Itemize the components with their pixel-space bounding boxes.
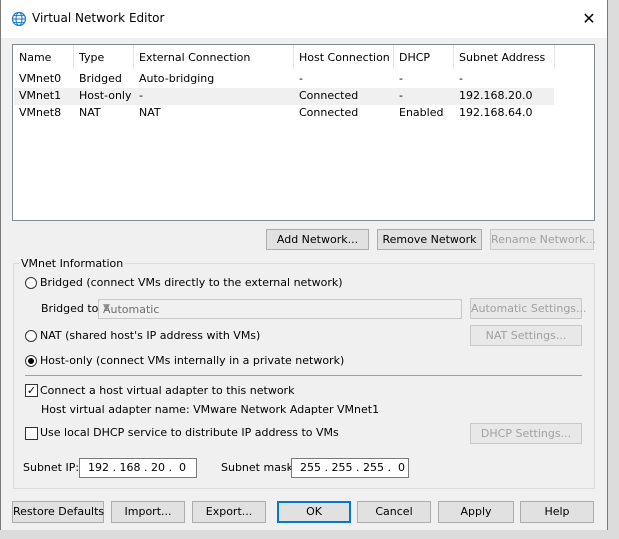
rename-network-button[interactable]: Rename Network... [490,229,596,250]
column-divider[interactable] [73,45,74,69]
table-row-selected[interactable]: VMnet1 Host-only - Connected - 192.168.2… [14,88,554,105]
export-button[interactable]: Export... [192,501,266,523]
subnet-ip-input[interactable]: 192 . 168 . 20 . 0 [79,458,197,478]
cell-name: VMnet8 [19,106,62,119]
table-row[interactable]: VMnet0 Bridged Auto-bridging - - - [14,71,554,88]
globe-icon [11,11,27,27]
subnet-mask-input[interactable]: 255 . 255 . 255 . 0 [291,458,409,478]
background-strip-bottom [0,530,619,539]
connect-adapter-label[interactable]: Connect a host virtual adapter to this n… [40,384,294,397]
close-icon[interactable]: ✕ [574,6,604,32]
automatic-settings-button[interactable]: Automatic Settings... [470,298,587,319]
nat-settings-button[interactable]: NAT Settings... [470,325,582,346]
column-divider[interactable] [133,45,134,69]
apply-button[interactable]: Apply [438,501,514,523]
cell-host-connection: - [299,72,303,85]
table-row[interactable]: VMnet8 NAT NAT Connected Enabled 192.168… [14,105,554,122]
cell-name: VMnet0 [19,72,62,85]
cell-external-connection: NAT [139,106,161,119]
column-divider[interactable] [293,45,294,69]
cancel-button[interactable]: Cancel [357,501,431,523]
nat-radio[interactable] [25,330,37,342]
cell-external-connection: Auto-bridging [139,72,215,85]
remove-network-button[interactable]: Remove Network [377,229,482,250]
bridged-to-select[interactable]: Automatic ▼ [98,299,462,319]
restore-defaults-button[interactable]: Restore Defaults [12,501,104,523]
cell-type: NAT [79,106,101,119]
dhcp-settings-button[interactable]: DHCP Settings... [470,423,582,444]
network-table[interactable]: Name Type External Connection Host Conne… [12,44,595,221]
cell-type: Bridged [79,72,122,85]
connect-adapter-checkbox[interactable]: ✓ [25,384,38,397]
cell-host-connection: Connected [299,89,359,102]
background-strip [608,0,619,539]
radio-selected-dot [28,358,34,364]
column-divider[interactable] [554,45,555,69]
subnet-mask-label: Subnet mask: [221,461,297,474]
cell-host-connection: Connected [299,106,359,119]
bridged-to-label: Bridged to: [41,302,103,315]
cell-subnet-address: 192.168.64.0 [459,106,533,119]
bridged-radio[interactable] [25,277,37,289]
window-border-left [0,0,1,539]
cell-subnet-address: - [459,72,463,85]
bridged-label[interactable]: Bridged (connect VMs directly to the ext… [40,276,343,289]
add-network-button[interactable]: Add Network... [266,229,369,250]
vmnet-info-group [13,263,595,489]
cell-name: VMnet1 [19,89,62,102]
host-only-radio[interactable] [25,355,37,367]
cell-type: Host-only [79,89,132,102]
cell-dhcp: - [399,89,403,102]
divider [25,375,582,376]
column-divider[interactable] [453,45,454,69]
window-title: Virtual Network Editor [32,11,165,25]
import-button[interactable]: Import... [111,501,185,523]
dhcp-label[interactable]: Use local DHCP service to distribute IP … [40,426,339,439]
subnet-ip-label: Subnet IP: [23,461,80,474]
cell-subnet-address: 192.168.20.0 [459,89,533,102]
help-button[interactable]: Help [520,501,594,523]
host-only-label[interactable]: Host-only (connect VMs internally in a p… [40,354,344,367]
chevron-down-icon: ▼ [103,303,110,313]
vmnet-info-title: VMnet Information [19,257,126,270]
cell-dhcp: Enabled [399,106,444,119]
ok-button[interactable]: OK [277,501,351,523]
dhcp-checkbox[interactable] [25,427,38,440]
adapter-name-label: Host virtual adapter name: VMware Networ… [41,403,380,416]
nat-label[interactable]: NAT (shared host's IP address with VMs) [40,329,260,342]
cell-external-connection: - [139,89,143,102]
column-divider[interactable] [393,45,394,69]
cell-dhcp: - [399,72,403,85]
